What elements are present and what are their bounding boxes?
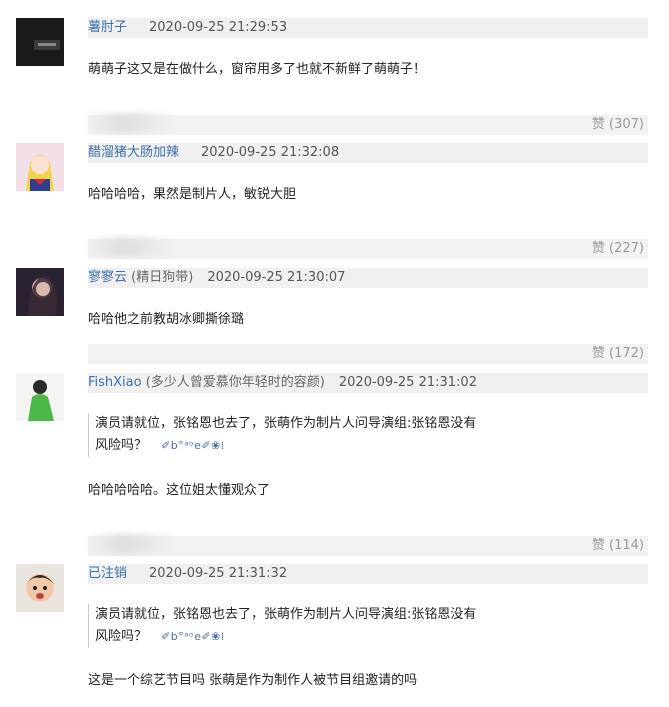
like-button[interactable]: 赞 (114) [592, 536, 644, 556]
comment-header: FishXiao (多少人曾爱慕你年轻时的容颜) 2020-09-25 21:31… [88, 373, 648, 393]
timestamp: 2020-09-25 21:32:08 [201, 145, 340, 160]
username-link[interactable]: FishXiao [88, 375, 142, 390]
like-button[interactable]: 赞 (172) [592, 344, 644, 364]
avatar[interactable] [16, 373, 64, 421]
comment-text: 这是一个综艺节目吗 张萌是作为制作人被节目组邀请的吗 [88, 673, 418, 688]
comment-header: 醋溜猪大肠加辣 2020-09-25 21:32:08 [88, 143, 648, 163]
quoted-comment: 演员请就位，张铭恩也去了，张萌作为制片人问导演组:张铭恩没有 风险吗？ ✐b°ᵃᵒ… [88, 413, 476, 457]
avatar[interactable] [16, 143, 64, 191]
emoticon-icon: ✐b°ᵃᵒe✐❀⁞ [161, 630, 225, 643]
comment-footer: 赞 (114) [88, 534, 648, 556]
avatar-image-icon [16, 564, 64, 612]
quote-text-line2: 风险吗？ [95, 629, 148, 644]
username-link[interactable]: 寥寥云 [88, 270, 127, 285]
quote-text-line1: 演员请就位，张铭恩也去了，张萌作为制片人问导演组:张铭恩没有 [95, 416, 477, 431]
avatar[interactable] [16, 268, 64, 316]
comment-footer: 赞 (172) [88, 344, 648, 364]
comment-header: 已注销 2020-09-25 21:31:32 [88, 564, 648, 584]
user-remark: (多少人曾爱慕你年轻时的容颜) [145, 375, 325, 390]
comment-header: 寥寥云 (精日狗带) 2020-09-25 21:30:07 [88, 268, 648, 288]
username-link[interactable]: 已注销 [88, 566, 127, 581]
avatar-image-icon [16, 143, 64, 191]
comment-text: 萌萌子这又是在做什么，窗帘用多了也就不新鲜了萌萌子！ [88, 62, 427, 77]
avatar[interactable] [16, 18, 64, 66]
avatar-image-icon [16, 373, 64, 421]
username-link[interactable]: 醋溜猪大肠加辣 [88, 145, 179, 160]
like-button[interactable]: 赞 (227) [592, 239, 644, 259]
timestamp: 2020-09-25 21:31:32 [149, 566, 288, 581]
blurred-region [88, 113, 174, 133]
comment-footer: 赞 (307) [88, 113, 648, 135]
quote-text-line1: 演员请就位，张铭恩也去了，张萌作为制片人问导演组:张铭恩没有 [95, 607, 477, 622]
blurred-region [88, 534, 174, 554]
timestamp: 2020-09-25 21:31:02 [338, 375, 477, 390]
timestamp: 2020-09-25 21:30:07 [207, 270, 346, 285]
quote-text-line2-row: 风险吗？ ✐b°ᵃᵒe✐❀⁞ [95, 626, 476, 648]
comment-footer: 赞 (227) [88, 237, 648, 259]
quote-text-line2-row: 风险吗？ ✐b°ᵃᵒe✐❀⁞ [95, 435, 476, 457]
comment-header: 薯肘子 2020-09-25 21:29:53 [88, 18, 648, 38]
quoted-comment: 演员请就位，张铭恩也去了，张萌作为制片人问导演组:张铭恩没有 风险吗？ ✐b°ᵃᵒ… [88, 604, 476, 648]
quote-text-line2: 风险吗？ [95, 438, 148, 453]
like-button[interactable]: 赞 (307) [592, 115, 644, 135]
avatar-image-icon [16, 18, 64, 66]
comment-text: 哈哈哈哈，果然是制片人，敏锐大胆 [88, 187, 297, 202]
timestamp: 2020-09-25 21:29:53 [149, 20, 288, 35]
emoticon-icon: ✐b°ᵃᵒe✐❀⁞ [161, 439, 225, 452]
comment-text: 哈哈他之前教胡冰卿撕徐璐 [88, 312, 245, 327]
comment-text: 哈哈哈哈哈。这位姐太懂观众了 [88, 483, 271, 498]
blurred-region [88, 237, 174, 257]
avatar-image-icon [16, 268, 64, 316]
username-link[interactable]: 薯肘子 [88, 20, 127, 35]
avatar[interactable] [16, 564, 64, 612]
user-remark: (精日狗带) [131, 270, 194, 285]
